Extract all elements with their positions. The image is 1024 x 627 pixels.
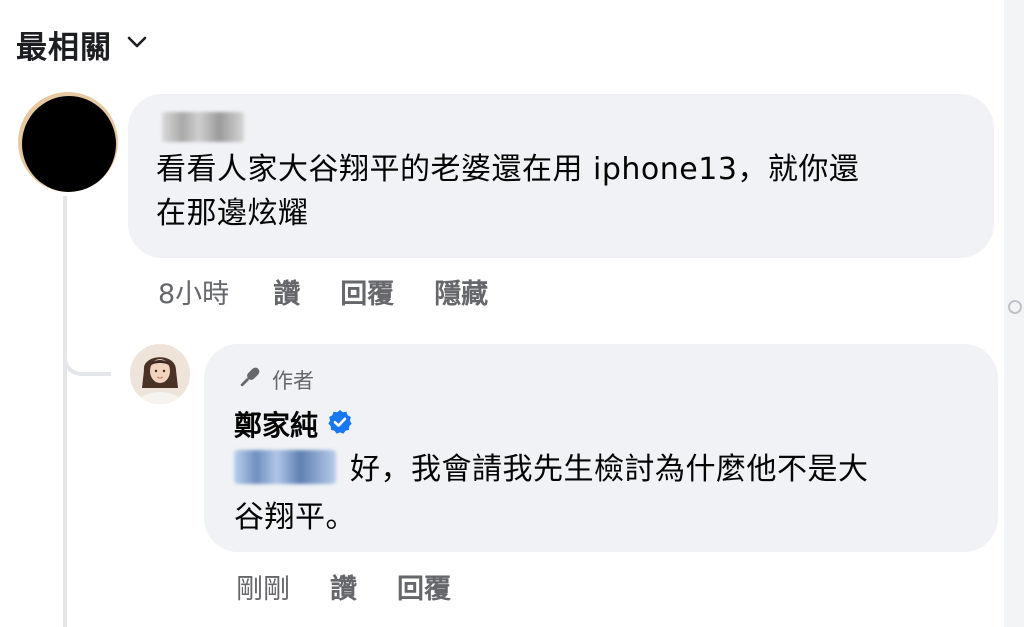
comment-text: 看看人家大谷翔平的老婆還在用 iphone13，就你還 在那邊炫耀 — [156, 148, 966, 236]
like-button[interactable]: 讚 — [273, 272, 300, 311]
reply-text-line: 谷翔平。 — [234, 500, 356, 535]
commenter-name-blurred[interactable] — [156, 112, 966, 146]
reply-button[interactable]: 回覆 — [397, 567, 451, 606]
blurred-name-image — [162, 112, 244, 142]
sort-label: 最相關 — [16, 30, 112, 66]
reply-button[interactable]: 回覆 — [340, 272, 394, 311]
thread-line — [63, 196, 67, 627]
reply-text: 好，我會請我先生檢討為什麼他不是大 谷翔平。 — [234, 446, 968, 542]
like-button[interactable]: 讚 — [330, 567, 357, 606]
sort-dropdown[interactable]: 最相關 — [16, 22, 147, 67]
scrollbar-track[interactable] — [1004, 0, 1024, 627]
comment-bubble: 看看人家大谷翔平的老婆還在用 iphone13，就你還 在那邊炫耀 — [128, 94, 994, 258]
comment-timestamp[interactable]: 8小時 — [158, 272, 229, 311]
comments-section: 最相關 看看人家大谷翔平的老婆還在用 iphone13，就你還 在那邊炫耀 8小… — [0, 0, 1024, 627]
chevron-down-icon — [126, 31, 147, 53]
reply-timestamp[interactable]: 剛剛 — [236, 567, 290, 606]
comment-text-line: 在那邊炫耀 — [156, 196, 309, 231]
author-name[interactable]: 鄭家純 — [234, 404, 318, 444]
reply-text-line: 好，我會請我先生檢討為什麼他不是大 — [234, 446, 968, 494]
scroll-handle-icon[interactable] — [1008, 300, 1022, 314]
mention-tag-blurred[interactable] — [234, 450, 336, 484]
author-avatar[interactable] — [130, 344, 190, 404]
reply-actions: 剛剛 讚 回覆 — [236, 567, 491, 606]
avatar-redaction-mask — [22, 96, 116, 192]
microphone-icon — [234, 363, 264, 398]
author-name-row: 鄭家純 — [234, 404, 968, 444]
hide-button[interactable]: 隱藏 — [434, 272, 488, 311]
comment-text-line: 看看人家大谷翔平的老婆還在用 iphone13，就你還 — [156, 152, 860, 187]
verified-badge-icon — [326, 408, 354, 440]
commenter-avatar[interactable] — [18, 92, 118, 192]
thread-connector — [63, 300, 111, 376]
author-avatar-image — [130, 344, 190, 404]
author-badge: 作者 — [234, 364, 968, 396]
comment-actions: 8小時 讚 回覆 隱藏 — [158, 272, 528, 311]
reply-bubble: 作者 鄭家純 好，我會請我先生檢討為什麼他不是大 谷翔平。 — [204, 344, 998, 552]
author-badge-label: 作者 — [272, 369, 314, 393]
reply-text-content: 好，我會請我先生檢討為什麼他不是大 — [350, 452, 869, 487]
